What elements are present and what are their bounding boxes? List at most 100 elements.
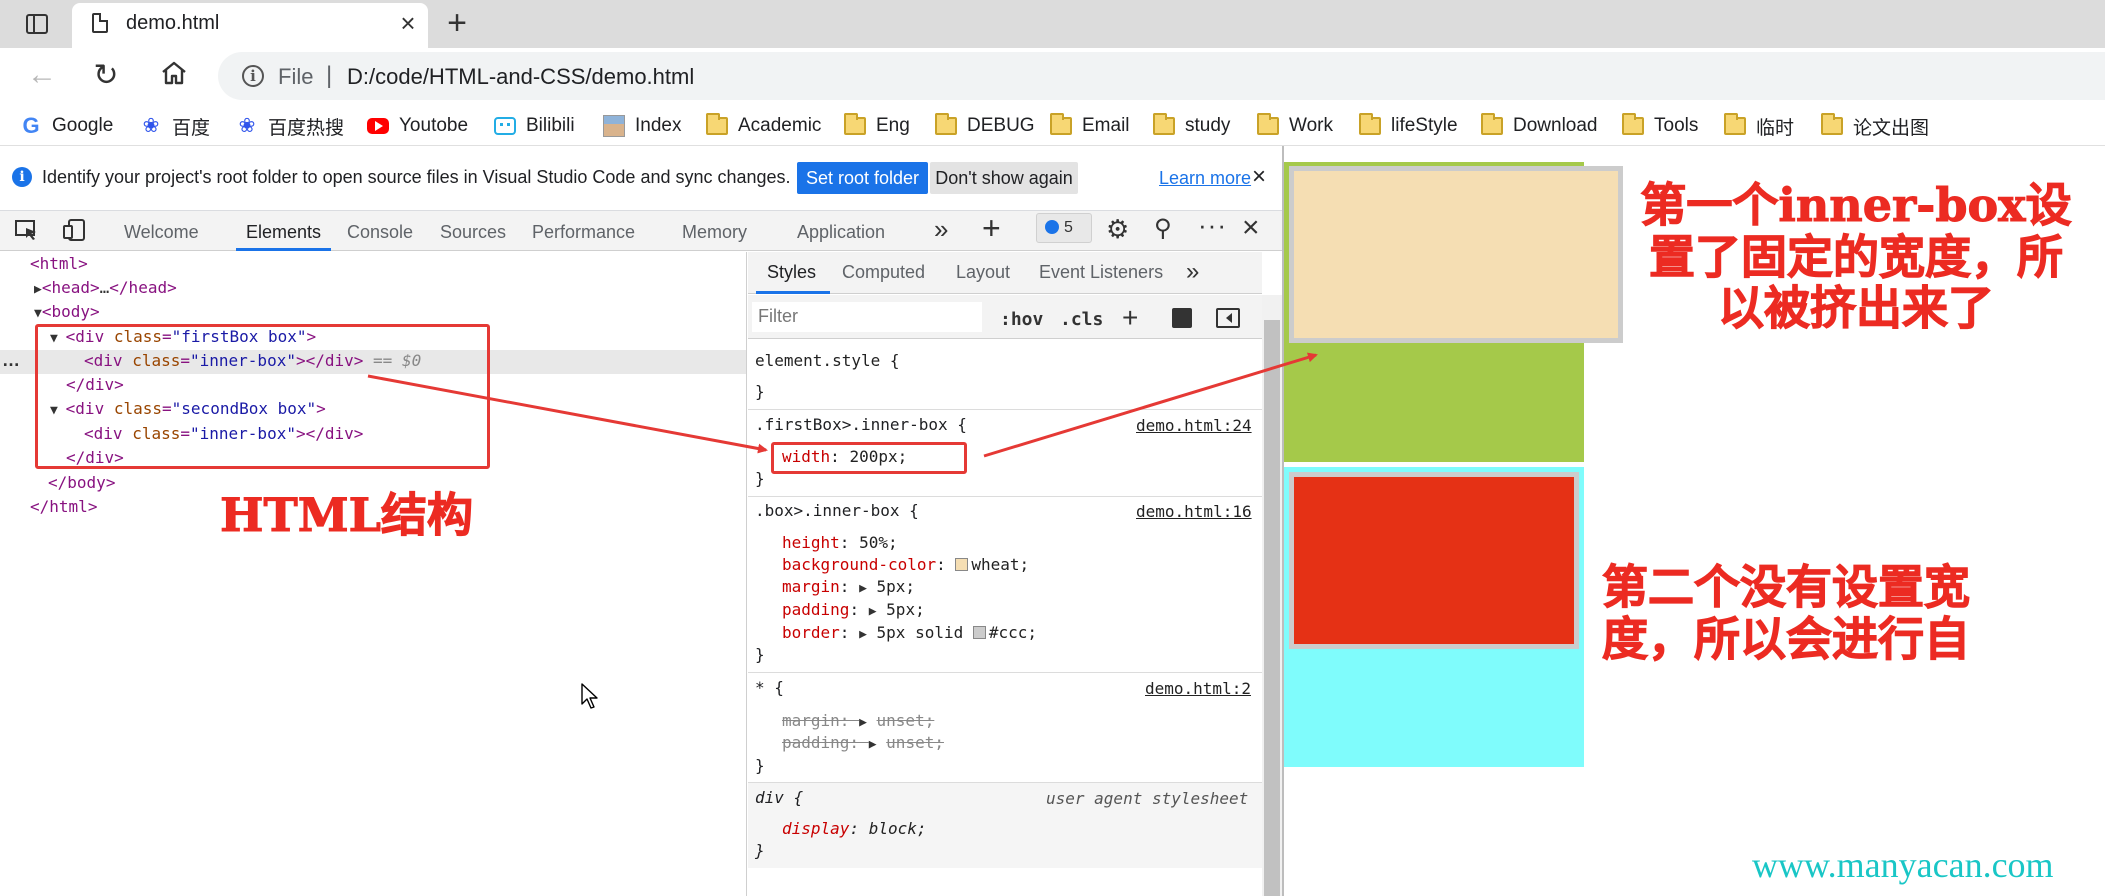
tab-welcome[interactable]: Welcome [124,215,199,251]
bookmark-label: 百度 [172,117,211,139]
css-declaration-margin[interactable]: margin: ▶ 5px; [782,576,915,600]
bookmark-label: Download [1513,115,1598,136]
node-actions-dots[interactable]: … [2,350,20,371]
hover-state-button[interactable]: :hov [1000,309,1043,330]
reload-button[interactable]: ↻ [90,58,122,93]
learn-more-link[interactable]: Learn more [1159,168,1251,189]
bookmark-folder-paper-figures[interactable]: 论文出图 [1821,112,1929,140]
new-style-rule-button[interactable]: + [1122,302,1138,334]
folder-icon [1481,113,1503,135]
dom-node-body-close[interactable]: </body> [48,472,115,494]
dom-node-html-close[interactable]: </html> [30,496,97,518]
set-root-folder-button[interactable]: Set root folder [797,162,928,194]
rendering-emulation-icon[interactable] [1172,308,1192,328]
tab-elements[interactable]: Elements [236,215,332,251]
collapse-triangle-icon[interactable]: ▼ [34,306,42,321]
bookmark-folder-academic[interactable]: Academic [706,112,821,140]
connect-icon[interactable]: ⚲ [1154,214,1172,243]
tab-event-listeners[interactable]: Event Listeners [1039,262,1163,283]
css-declaration-background-color[interactable]: background-color: wheat; [782,554,1029,576]
expand-triangle-icon[interactable]: ▶ [859,581,867,596]
settings-gear-icon[interactable]: ⚙ [1106,214,1129,245]
styles-filter-input[interactable]: Filter [752,302,982,332]
tab-sources[interactable]: Sources [440,215,506,251]
expand-triangle-icon[interactable]: ▶ [34,282,42,297]
bookmark-google[interactable]: G Google [20,112,113,140]
bookmark-folder-tools[interactable]: Tools [1622,112,1698,140]
rule-selector-universal[interactable]: * { [755,677,784,699]
bookmark-folder-debug[interactable]: DEBUG [935,112,1035,140]
bookmark-youtube[interactable]: Youtobe [367,112,468,140]
avatar-icon [603,115,625,137]
tab-computed[interactable]: Computed [842,262,925,283]
dont-show-again-button[interactable]: Don't show again [930,162,1078,194]
tab-memory[interactable]: Memory [682,215,747,251]
rule-element-style[interactable]: element.style { [755,350,900,372]
bookmark-folder-eng[interactable]: Eng [844,112,910,140]
add-tool-button[interactable]: + [982,210,1001,247]
site-info-icon[interactable]: i [242,65,264,87]
bookmark-folder-download[interactable]: Download [1481,112,1598,140]
back-button[interactable]: ← [26,58,58,92]
infobar-close-button[interactable]: × [1252,163,1266,191]
inspect-element-icon[interactable] [14,218,40,242]
url-text[interactable]: D:/code/HTML-and-CSS/demo.html [347,64,694,90]
more-options-icon[interactable]: ··· [1198,210,1227,241]
css-declaration-margin-overridden[interactable]: margin: ▶ unset; [782,710,934,734]
rule-selector-box-inner[interactable]: .box>.inner-box { [755,500,919,522]
rule-selector-first-inner[interactable]: .firstBox>.inner-box { [755,414,967,436]
expand-triangle-icon[interactable]: ▶ [869,604,877,619]
tab-performance[interactable]: Performance [532,215,635,251]
bookmark-folder-temp[interactable]: 临时 [1724,112,1794,140]
home-button[interactable] [160,60,188,86]
tab-styles[interactable]: Styles [767,262,816,283]
source-link-demo-24[interactable]: demo.html:24 [1136,416,1252,435]
bookmark-baidu[interactable]: ❀ 百度 [140,112,210,140]
css-declaration-border[interactable]: border: ▶ 5px solid #ccc; [782,622,1037,646]
rule-close-brace: } [755,469,765,488]
rule-selector-ua-div[interactable]: div { [755,787,803,809]
styles-scrollbar-thumb[interactable] [1264,320,1280,896]
color-swatch[interactable] [972,626,986,639]
bookmark-folder-study[interactable]: study [1153,112,1230,140]
issues-count: 5 [1064,219,1073,236]
dom-node-html[interactable]: <html> [30,253,88,275]
bookmark-bilibili[interactable]: Bilibili [494,112,575,140]
tab-application[interactable]: Application [797,215,885,251]
color-swatch[interactable] [955,558,969,571]
bookmark-folder-work[interactable]: Work [1257,112,1333,140]
baidu-icon: ❀ [142,115,160,137]
css-declaration-padding-overridden[interactable]: padding: ▶ unset; [782,732,944,756]
folder-icon [935,113,957,135]
css-declaration-padding[interactable]: padding: ▶ 5px; [782,599,925,623]
more-subtabs-button[interactable]: » [1186,258,1199,286]
dom-node-body[interactable]: ▼<body> [34,301,100,325]
issues-badge[interactable]: 5 [1036,213,1092,243]
class-toggle-button[interactable]: .cls [1060,309,1103,330]
dom-node-head[interactable]: ▶<head>…</head> [34,277,177,301]
tab-layout[interactable]: Layout [956,262,1010,283]
device-toolbar-icon[interactable] [62,218,88,242]
url-scheme: File [278,64,314,89]
expand-triangle-icon[interactable]: ▶ [859,627,867,642]
new-tab-button[interactable]: + [440,6,474,40]
source-link-demo-16[interactable]: demo.html:16 [1136,502,1252,521]
tab-close-button[interactable]: × [396,9,420,37]
bookmark-label: study [1185,115,1231,136]
more-tabs-button[interactable]: » [934,214,948,245]
css-declaration-height[interactable]: height: 50%; [782,532,898,554]
bookmark-folder-lifestyle[interactable]: lifeStyle [1359,112,1458,140]
css-declaration-display[interactable]: display: block; [782,818,927,840]
source-link-demo-2[interactable]: demo.html:2 [1145,679,1251,698]
tab-actions-button[interactable] [20,10,54,38]
document-icon [92,13,108,33]
first-inner-box [1289,166,1623,343]
devtools-close-button[interactable]: × [1242,211,1260,245]
rule-close-brace: } [755,756,765,775]
tab-console[interactable]: Console [347,215,413,251]
toggle-sidebar-icon[interactable] [1216,308,1240,328]
bookmark-folder-email[interactable]: Email [1050,112,1130,140]
bookmark-index[interactable]: Index [603,112,681,140]
bookmark-baidu-hot[interactable]: ❀ 百度热搜 [236,112,344,140]
google-icon: G [22,113,40,138]
